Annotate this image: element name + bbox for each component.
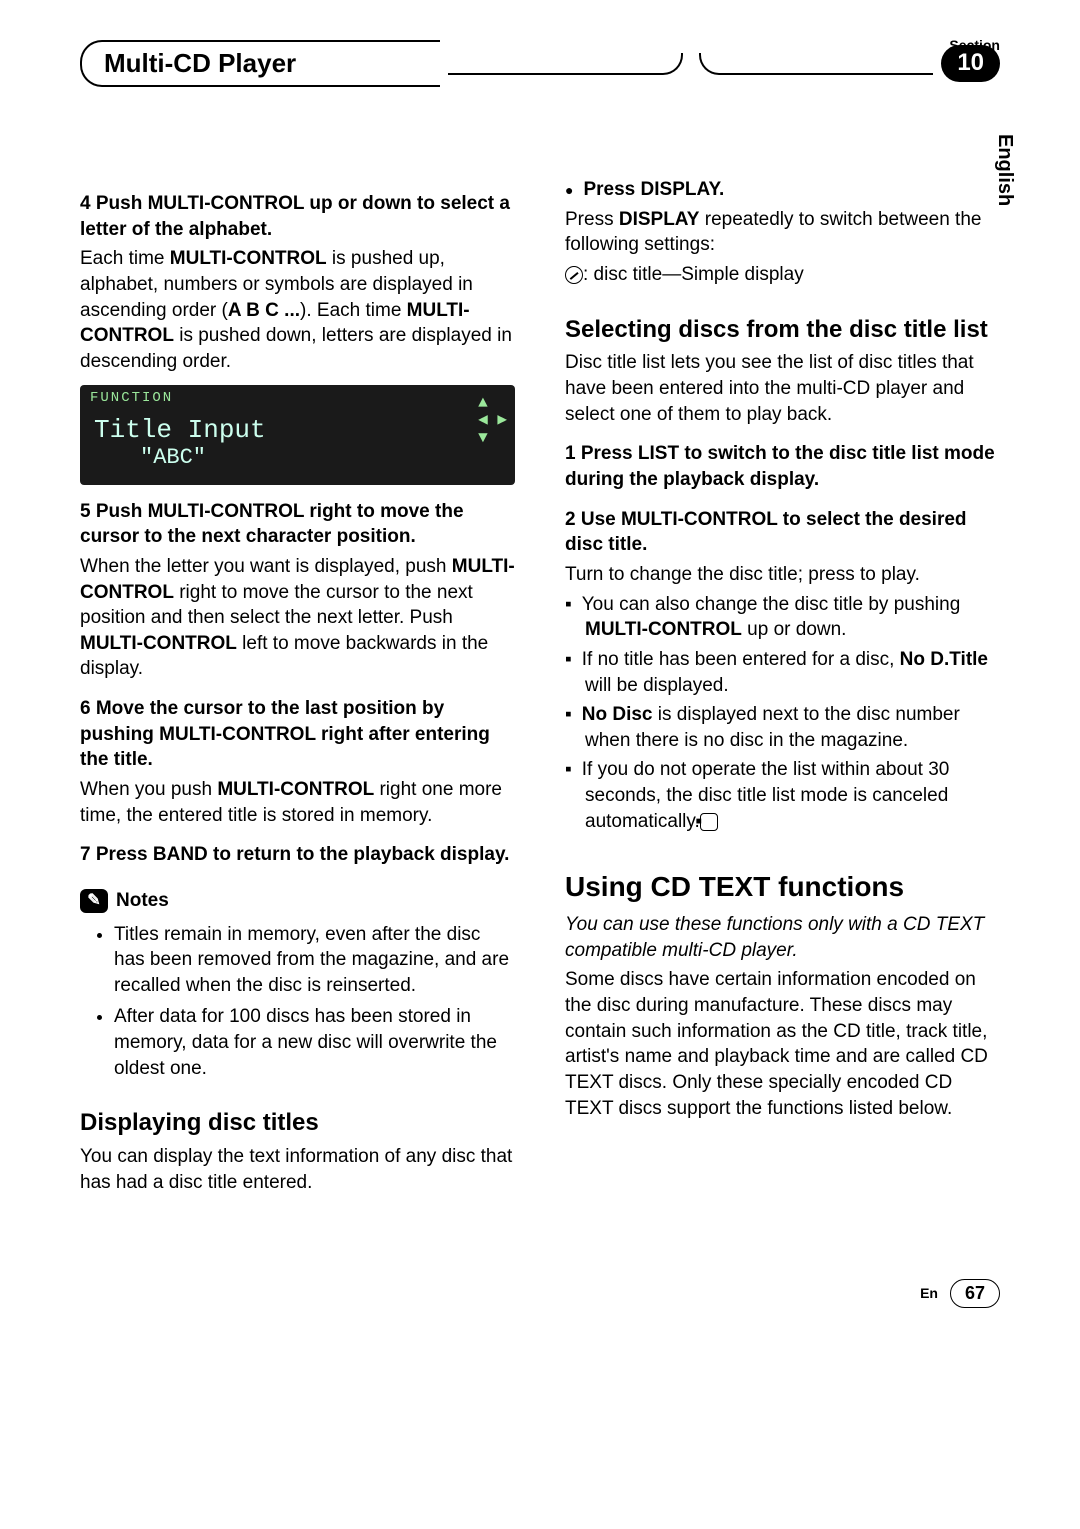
text: When the letter you want is displayed, p… [80,556,452,577]
sel-step-2: 2 Use MULTI-CONTROL to select the desire… [565,507,1000,558]
bold: DISPLAY [619,209,700,230]
text: up or down. [742,619,847,640]
section-number-badge: 10 [941,45,1000,81]
notes-heading: ✎ Notes [80,888,515,914]
lcd-arrows-icon: ▲◀ ▶▼ [478,395,507,448]
list-item: If you do not operate the list within ab… [565,757,1000,834]
bold: MULTI-CONTROL [585,619,742,640]
lcd-screenshot: FUNCTION Title Input "ABC" ▲◀ ▶▼ [80,385,515,485]
step-5-body: When the letter you want is displayed, p… [80,554,515,682]
displaying-disc-titles-heading: Displaying disc titles [80,1109,515,1138]
disc-list-notes: You can also change the disc title by pu… [565,592,1000,835]
step-6: 6 Move the cursor to the last position b… [80,696,515,828]
step-7: 7 Press BAND to return to the playback d… [80,842,515,868]
language-tab: English [989,130,1020,210]
page-footer: En 67 [80,1279,1000,1307]
note-item: Titles remain in memory, even after the … [114,922,515,999]
step-4: 4 Push MULTI-CONTROL up or down to selec… [80,191,515,374]
pencil-icon: ✎ [80,889,108,913]
header-rule [448,53,683,75]
step-7-head: 7 Press BAND to return to the playback d… [80,842,515,868]
stop-icon: ■ [700,813,718,831]
text: Each time [80,248,170,269]
text: will be displayed. [585,675,729,696]
bold: No D.Title [900,649,988,670]
disc-icon [565,266,583,284]
text: If no title has been entered for a disc, [582,649,900,670]
text: You can also change the disc title by pu… [582,594,961,615]
lcd-function-label: FUNCTION [90,389,173,408]
press-display-head: Press DISPLAY. [565,177,1000,203]
step-4-body: Each time MULTI-CONTROL is pushed up, al… [80,246,515,374]
cd-text-body: Some discs have certain information enco… [565,967,1000,1121]
press-display-body: Press DISPLAY repeatedly to switch betwe… [565,207,1000,258]
notes-list: Titles remain in memory, even after the … [80,922,515,1082]
list-item: No Disc is displayed next to the disc nu… [565,702,1000,753]
text: If you do not operate the list within ab… [582,759,950,831]
step-6-head: 6 Move the cursor to the last position b… [80,696,515,773]
step-4-head: 4 Push MULTI-CONTROL up or down to selec… [80,191,515,242]
footer-lang: En [920,1284,938,1303]
bold: No Disc [582,704,653,725]
step-5: 5 Push MULTI-CONTROL right to move the c… [80,499,515,682]
sel-turn-line: Turn to change the disc title; press to … [565,562,1000,588]
step-6-body: When you push MULTI-CONTROL right one mo… [80,777,515,828]
chapter-title: Multi-CD Player [80,40,440,87]
text: Press DISPLAY. [583,179,724,200]
text: : disc title—Simple display [583,264,804,285]
cd-text-heading: Using CD TEXT functions [565,868,1000,906]
header-rule [699,53,934,75]
list-item: If no title has been entered for a disc,… [565,647,1000,698]
note-item: After data for 100 discs has been stored… [114,1004,515,1081]
bold: MULTI-CONTROL [170,248,327,269]
bold: MULTI-CONTROL [217,779,374,800]
selecting-discs-heading: Selecting discs from the disc title list [565,316,1000,345]
cd-text-note: You can use these functions only with a … [565,912,1000,963]
selecting-discs-body: Disc title list lets you see the list of… [565,350,1000,427]
bold: MULTI-CONTROL [80,633,237,654]
lcd-input-text: "ABC" [140,443,206,473]
sel-step-1: 1 Press LIST to switch to the disc title… [565,441,1000,492]
displaying-disc-titles-body: You can display the text information of … [80,1144,515,1195]
text: Press [565,209,619,230]
press-display-setting: : disc title—Simple display [565,262,1000,288]
step-5-head: 5 Push MULTI-CONTROL right to move the c… [80,499,515,550]
text: When you push [80,779,217,800]
list-item: You can also change the disc title by pu… [565,592,1000,643]
bold: A B C ... [228,300,300,321]
right-column: Press DISPLAY. Press DISPLAY repeatedly … [565,177,1000,1199]
notes-label-text: Notes [116,888,169,914]
page-number: 67 [950,1279,1000,1307]
left-column: 4 Push MULTI-CONTROL up or down to selec… [80,177,515,1199]
page-header: Multi-CD Player 10 [80,40,1000,87]
text: ). Each time [300,300,407,321]
